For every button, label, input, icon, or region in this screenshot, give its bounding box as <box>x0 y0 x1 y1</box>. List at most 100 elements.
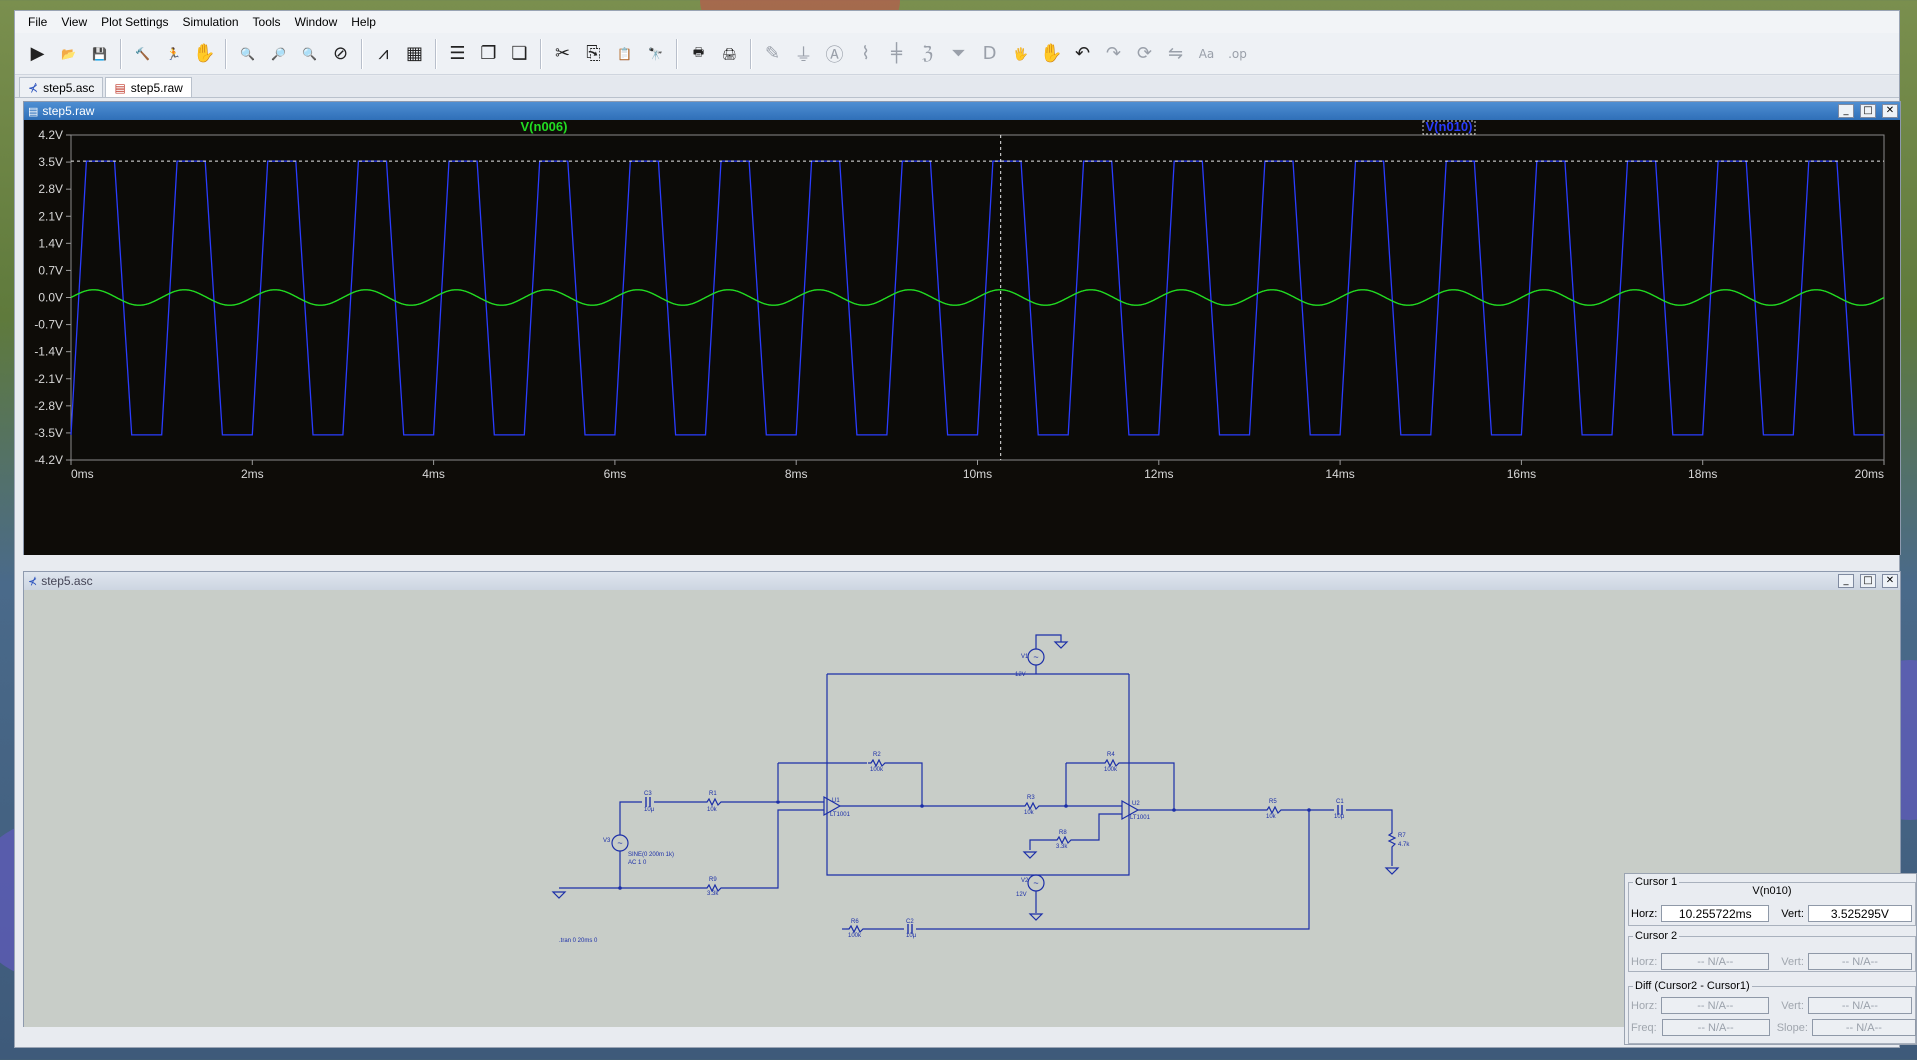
schematic-drawing[interactable]: ~ V1 12V R2 100k R4 100k ~ C3 10µ R1 10k V3 SINE(0 20… <box>24 590 1900 1027</box>
waveform-window-titlebar[interactable]: ▤ step5.raw _ □ ✕ <box>24 102 1900 120</box>
y-tick-label: 0.7V <box>38 263 63 277</box>
spice-directive-icon[interactable]: .op <box>1223 39 1252 69</box>
cursor-info-panel: Cursor 1 V(n010) Horz: 10.255722ms Vert:… <box>1624 873 1917 1045</box>
y-tick-label: 2.8V <box>38 182 63 196</box>
drag-icon[interactable]: 🖐 <box>1006 39 1035 69</box>
label-R7-value: 4.7k <box>1398 842 1410 848</box>
menu-view[interactable]: View <box>54 13 94 31</box>
resistor-icon[interactable]: ⌇ <box>851 39 880 69</box>
label-V1-value: 12V <box>1015 672 1026 678</box>
text-icon[interactable]: Aa <box>1192 39 1221 69</box>
legend-v-n010: V(n010) <box>1426 120 1473 134</box>
menu-help[interactable]: Help <box>344 13 383 31</box>
cursor1-vert-field[interactable]: 3.525295V <box>1807 905 1912 922</box>
junction-dot <box>618 886 622 890</box>
diff-horz-field: -- N/A-- <box>1661 997 1770 1014</box>
save-icon[interactable]: 💾 <box>85 39 114 69</box>
cursor2-vert-label: Vert: <box>1781 955 1804 968</box>
tile-vertical-icon[interactable]: ❏ <box>505 39 534 69</box>
maximize-icon[interactable]: □ <box>1860 104 1876 118</box>
tab-step5-asc[interactable]: ⊀ step5.asc <box>19 77 104 97</box>
pan-hand-icon[interactable]: ✋ <box>190 39 219 69</box>
cascade-icon[interactable]: ❐ <box>474 39 503 69</box>
x-tick-label: 18ms <box>1688 467 1717 481</box>
label-R2: R2 <box>873 752 881 758</box>
ground-symbol <box>1022 851 1038 859</box>
zoom-area-icon[interactable]: 🔍 <box>233 39 262 69</box>
zoom-fit-icon[interactable]: ⊘ <box>326 39 355 69</box>
close-icon[interactable]: ✕ <box>1882 104 1898 118</box>
control-panel-icon[interactable]: 🔨 <box>128 39 157 69</box>
schematic-window-titlebar[interactable]: ⊀ step5.asc _ □ ✕ <box>24 572 1900 590</box>
rotate-icon[interactable]: ⟳ <box>1130 39 1159 69</box>
maximize-icon[interactable]: □ <box>1860 574 1876 588</box>
diode-icon[interactable]: ⏷ <box>944 39 973 69</box>
ground-icon[interactable]: ⏚ <box>789 39 818 69</box>
junction-dot <box>1172 808 1176 812</box>
label-U1: U1 <box>832 798 840 804</box>
minimize-icon[interactable]: _ <box>1838 104 1854 118</box>
label-U2: U2 <box>1132 801 1140 807</box>
label-R3-value: 10k <box>1024 810 1035 816</box>
cursor2-vert-field: -- N/A-- <box>1807 953 1912 970</box>
label-R2-value: 100k <box>870 767 884 773</box>
draw-wire-icon[interactable]: ✎ <box>758 39 787 69</box>
label-C2-value: 10µ <box>906 933 917 939</box>
print-preview-icon[interactable]: 🖶 <box>684 39 713 69</box>
cursor1-horz-field[interactable]: 10.255722ms <box>1661 905 1770 922</box>
undo-icon[interactable]: ↶ <box>1068 39 1097 69</box>
toolbar-separator <box>120 38 122 69</box>
inductor-icon[interactable]: ℨ <box>913 39 942 69</box>
move-icon[interactable]: ✋ <box>1037 39 1066 69</box>
component-icon[interactable]: D <box>975 39 1004 69</box>
label-R5-value: 10k <box>1266 814 1277 820</box>
mirror-icon[interactable]: ⇋ <box>1161 39 1190 69</box>
waveform-chart[interactable]: 4.2V 3.5V 2.8V 2.1V 1.4V 0.7V 0.0V -0.7V -1.4V -2… <box>24 120 1900 555</box>
label-R9-value: 3.3k <box>707 891 719 897</box>
find-icon[interactable]: 🔭 <box>641 39 670 69</box>
tile-horizontal-icon[interactable]: ☰ <box>443 39 472 69</box>
menu-tools[interactable]: Tools <box>246 13 288 31</box>
waveform-plot-pane[interactable]: 4.2V 3.5V 2.8V 2.1V 1.4V 0.7V 0.0V -0.7V -1.4V -2… <box>24 120 1900 555</box>
y-tick-label: -0.7V <box>34 318 63 332</box>
zoom-out-icon[interactable]: 🔍 <box>295 39 324 69</box>
schematic-window-icon: ⊀ <box>28 575 38 588</box>
x-tick-label: 10ms <box>963 467 992 481</box>
ground-symbol <box>551 891 567 899</box>
diff-vert-field: -- N/A-- <box>1807 997 1912 1014</box>
v1-source-glyph: ~ <box>1033 652 1038 662</box>
label-C1-value: 10µ <box>1334 814 1345 820</box>
redo-icon[interactable]: ↷ <box>1099 39 1128 69</box>
menu-plot-settings[interactable]: Plot Settings <box>94 13 175 31</box>
capacitor-icon[interactable]: ╪ <box>882 39 911 69</box>
menu-window[interactable]: Window <box>288 13 345 31</box>
print-icon[interactable]: 🖨 <box>715 39 744 69</box>
label-net-icon[interactable]: Ⓐ <box>820 39 849 69</box>
label-C1: C1 <box>1336 799 1344 805</box>
tab-step5-raw[interactable]: ▤ step5.raw <box>105 77 192 97</box>
diff-slope-label: Slope: <box>1776 1021 1808 1034</box>
y-tick-label: -3.5V <box>34 426 63 440</box>
menu-file[interactable]: File <box>21 13 54 31</box>
minimize-icon[interactable]: _ <box>1838 574 1854 588</box>
label-V2-value: 12V <box>1016 892 1027 898</box>
zoom-in-icon[interactable]: 🔎 <box>264 39 293 69</box>
open-icon[interactable]: 📂 <box>54 39 83 69</box>
menu-simulation[interactable]: Simulation <box>176 13 246 31</box>
run-icon[interactable]: ▶ <box>23 39 52 69</box>
y-tick-label: 4.2V <box>38 128 63 142</box>
y-tick-label: 1.4V <box>38 236 63 250</box>
paste-icon[interactable]: 📋 <box>610 39 639 69</box>
halt-icon[interactable]: 🏃 <box>159 39 188 69</box>
autorange-icon[interactable]: ⩘ <box>369 39 398 69</box>
copy-icon[interactable]: ⎘ <box>579 39 608 69</box>
label-V3-waveform: SINE(0 200m 1k) <box>628 852 674 858</box>
ground-symbol <box>1028 913 1044 921</box>
manual-limits-icon[interactable]: ▦ <box>400 39 429 69</box>
schematic-canvas[interactable]: ~ V1 12V R2 100k R4 100k ~ C3 10µ R1 10k V3 SINE(0 20… <box>24 590 1900 1027</box>
cut-icon[interactable]: ✂ <box>548 39 577 69</box>
close-icon[interactable]: ✕ <box>1882 574 1898 588</box>
ground-symbol <box>1384 867 1400 875</box>
label-U2-model: LT1001 <box>1130 815 1151 821</box>
cursor2-horz-field: -- N/A-- <box>1661 953 1770 970</box>
